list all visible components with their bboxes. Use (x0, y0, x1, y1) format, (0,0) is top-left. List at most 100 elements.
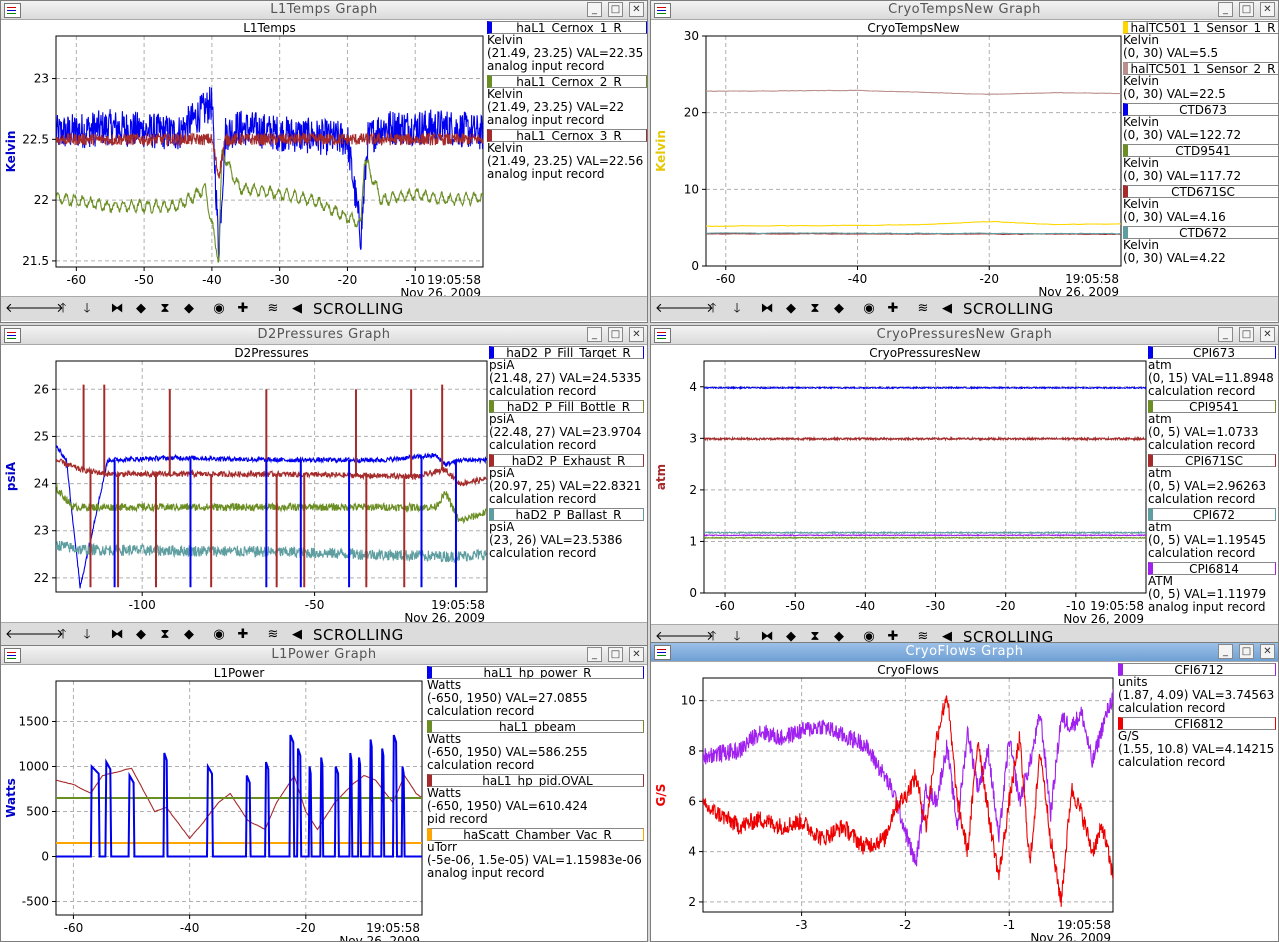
legend-item[interactable]: CTD672 Kelvin (0, 30) VAL=4.22 (1123, 226, 1278, 265)
plot-area[interactable]: CryoPressuresNew -60 -50 -40 -30 -20 -10 0 1 2 3 4 a… (651, 345, 1148, 624)
plot-area[interactable]: CryoFlows -3 -2 -1 2 4 6 8 10 G/S 19:05:58Nov 26, … (651, 662, 1118, 942)
pan-up-icon[interactable]: 🡑 (53, 300, 73, 318)
close-icon[interactable]: ✕ (629, 327, 644, 342)
pan-right-icon[interactable]: 🡒 (679, 300, 714, 318)
maximize-icon[interactable]: □ (1239, 2, 1254, 17)
add-icon[interactable]: ✚ (883, 300, 903, 318)
legend-series-name[interactable]: CFI6812 (1118, 717, 1276, 730)
minimize-icon[interactable]: _ (587, 647, 602, 662)
legend-item[interactable]: haD2_P_Exhaust_R psiA (20.97, 25) VAL=22.8… (489, 454, 644, 506)
reset-icon[interactable]: ◉ (859, 300, 879, 318)
legend-item[interactable]: halTC501_1_Sensor_2_R Kelvin (0, 30) VAL=2… (1123, 62, 1278, 101)
legend-item[interactable]: CPI9541 atm (0, 5) VAL=1.0733 calculation r… (1148, 400, 1276, 452)
close-icon[interactable]: ✕ (1260, 327, 1275, 342)
legend-item[interactable]: CPI672 atm (0, 5) VAL=1.19545 calculation r… (1148, 508, 1276, 560)
cryopress-window[interactable]: CryoPressuresNew Graph _ □ ✕ CryoPressuresNe… (650, 325, 1279, 648)
scrolling-status[interactable]: SCROLLING (313, 300, 404, 318)
pan-down-icon[interactable]: 🡓 (77, 300, 97, 318)
zoom-out-y-icon[interactable]: ◆ (829, 300, 849, 318)
legend-item[interactable]: haL1_Cernox_2_R Kelvin (21.49, 23.25) VAL=… (487, 75, 647, 127)
pan-down-icon[interactable]: 🡓 (77, 626, 97, 644)
zoom-out-x-icon[interactable]: ◆ (131, 300, 151, 318)
autoscale-icon[interactable]: ≋ (913, 300, 933, 318)
legend-item[interactable]: haL1_hp_power_R Watts (-650, 1950) VAL=27.… (427, 666, 644, 718)
autoscale-icon[interactable]: ≋ (263, 626, 283, 644)
autoscale-icon[interactable]: ≋ (263, 300, 283, 318)
plot-area[interactable]: CryoTempsNew -60 -40 -20 0 10 20 30 Kelvin 19:05:… (651, 20, 1123, 296)
legend-item[interactable]: CPI671SC atm (0, 5) VAL=2.96263 calculation… (1148, 454, 1276, 506)
minimize-icon[interactable]: _ (587, 327, 602, 342)
pan-right-icon[interactable]: 🡒 (29, 626, 64, 644)
legend-item[interactable]: CPI6814 ATM (0, 5) VAL=1.11979 analog input… (1148, 562, 1276, 614)
window-titlebar[interactable]: CryoPressuresNew Graph _ □ ✕ (651, 326, 1278, 345)
legend-item[interactable]: haL1_pbeam Watts (-650, 1950) VAL=586.255 c… (427, 720, 644, 772)
reset-icon[interactable]: ◉ (209, 626, 229, 644)
minimize-icon[interactable]: _ (1218, 327, 1233, 342)
zoom-out-y-icon[interactable]: ◆ (179, 626, 199, 644)
zoom-in-x-icon[interactable]: ⧓ (757, 300, 777, 318)
scroll-toggle-icon[interactable]: ◀ (287, 626, 307, 644)
close-icon[interactable]: ✕ (1260, 644, 1275, 659)
zoom-out-x-icon[interactable]: ◆ (131, 626, 151, 644)
plot-area[interactable]: L1Power -60 -40 -20 -500 0 500 1000 1500 Watts 19:… (1, 665, 427, 942)
plot-area[interactable]: L1Temps -60 -50 -40 -30 -20 -10 21.5 22 22.5 23 Kel… (1, 20, 487, 296)
add-icon[interactable]: ✚ (233, 300, 253, 318)
window-titlebar[interactable]: L1Temps Graph _ □ ✕ (1, 1, 647, 20)
minimize-icon[interactable]: _ (587, 2, 602, 17)
minimize-icon[interactable]: _ (1218, 2, 1233, 17)
zoom-in-y-icon[interactable]: ⧗ (805, 300, 825, 318)
zoom-in-y-icon[interactable]: ⧗ (155, 300, 175, 318)
close-icon[interactable]: ✕ (1260, 2, 1275, 17)
cryoflows-window[interactable]: CryoFlows Graph _ □ ✕ CryoFlows -3 -2 -1 2 4 6 8 10 G… (650, 642, 1279, 942)
scrolling-status[interactable]: SCROLLING (313, 626, 404, 644)
legend-item[interactable]: haScatt_Chamber_Vac_R uTorr (-5e-06, 1.5e-… (427, 828, 644, 880)
scroll-toggle-icon[interactable]: ◀ (287, 300, 307, 318)
minimize-icon[interactable]: _ (1218, 644, 1233, 659)
pan-right-icon[interactable]: 🡒 (29, 300, 64, 318)
legend-item[interactable]: CFI6712 units (1.87, 4.09) VAL=3.74563 calc… (1118, 663, 1276, 715)
pan-left-icon[interactable]: 🡐 (5, 626, 40, 644)
maximize-icon[interactable]: □ (608, 327, 623, 342)
legend-item[interactable]: haD2_P_Ballast_R psiA (23, 26) VAL=23.5386… (489, 508, 644, 560)
legend-item[interactable]: haL1_hp_pid.OVAL Watts (-650, 1950) VAL=61… (427, 774, 644, 826)
scrolling-status[interactable]: SCROLLING (963, 300, 1054, 318)
reset-icon[interactable]: ◉ (209, 300, 229, 318)
pan-up-icon[interactable]: 🡑 (53, 626, 73, 644)
window-titlebar[interactable]: CryoFlows Graph _ □ ✕ (651, 643, 1278, 662)
window-titlebar[interactable]: CryoTempsNew Graph _ □ ✕ (651, 1, 1278, 20)
legend-series-name[interactable]: haScatt_Chamber_Vac_R (427, 828, 644, 841)
legend-item[interactable]: halTC501_1_Sensor_1_R Kelvin (0, 30) VAL=5… (1123, 21, 1278, 60)
scroll-toggle-icon[interactable]: ◀ (937, 300, 957, 318)
zoom-out-x-icon[interactable]: ◆ (781, 300, 801, 318)
l1power-window[interactable]: L1Power Graph _ □ ✕ L1Power -60 -40 -20 -500 0 500… (0, 645, 648, 942)
pan-down-icon[interactable]: 🡓 (727, 300, 747, 318)
close-icon[interactable]: ✕ (629, 2, 644, 17)
close-icon[interactable]: ✕ (629, 647, 644, 662)
legend-item[interactable]: CPI673 atm (0, 15) VAL=11.8948 calculation … (1148, 346, 1276, 398)
pan-left-icon[interactable]: 🡐 (5, 300, 40, 318)
legend-item[interactable]: haL1_Cernox_1_R Kelvin (21.49, 23.25) VAL=… (487, 21, 647, 73)
maximize-icon[interactable]: □ (608, 2, 623, 17)
add-icon[interactable]: ✚ (233, 626, 253, 644)
window-titlebar[interactable]: L1Power Graph _ □ ✕ (1, 646, 647, 665)
cryotemps-window[interactable]: CryoTempsNew Graph _ □ ✕ CryoTempsNew -60 -40 -… (650, 0, 1279, 323)
zoom-in-x-icon[interactable]: ⧓ (107, 626, 127, 644)
plot-area[interactable]: D2Pressures -100 -50 22 23 24 25 26 psiA 19:05:58… (1, 345, 489, 622)
maximize-icon[interactable]: □ (608, 647, 623, 662)
maximize-icon[interactable]: □ (1239, 327, 1254, 342)
zoom-in-y-icon[interactable]: ⧗ (155, 626, 175, 644)
pan-up-icon[interactable]: 🡑 (703, 300, 723, 318)
legend-item[interactable]: CTD9541 Kelvin (0, 30) VAL=117.72 (1123, 144, 1278, 183)
legend-item[interactable]: haD2_P_Fill_Bottle_R psiA (22.48, 27) VAL=… (489, 400, 644, 452)
d2press-window[interactable]: D2Pressures Graph _ □ ✕ D2Pressures -100 -50 22… (0, 325, 648, 648)
zoom-in-x-icon[interactable]: ⧓ (107, 300, 127, 318)
zoom-out-y-icon[interactable]: ◆ (179, 300, 199, 318)
legend-item[interactable]: CTD671SC Kelvin (0, 30) VAL=4.16 (1123, 185, 1278, 224)
legend-item[interactable]: CTD673 Kelvin (0, 30) VAL=122.72 (1123, 103, 1278, 142)
maximize-icon[interactable]: □ (1239, 644, 1254, 659)
window-titlebar[interactable]: D2Pressures Graph _ □ ✕ (1, 326, 647, 345)
pan-left-icon[interactable]: 🡐 (655, 300, 690, 318)
legend-item[interactable]: CFI6812 G/S (1.55, 10.8) VAL=4.14215 calcul… (1118, 717, 1276, 769)
legend-item[interactable]: haL1_Cernox_3_R Kelvin (21.49, 23.25) VAL=… (487, 129, 647, 181)
l1temps-window[interactable]: L1Temps Graph _ □ ✕ L1Temps -60 -50 -40 -30 -20 -1… (0, 0, 648, 323)
